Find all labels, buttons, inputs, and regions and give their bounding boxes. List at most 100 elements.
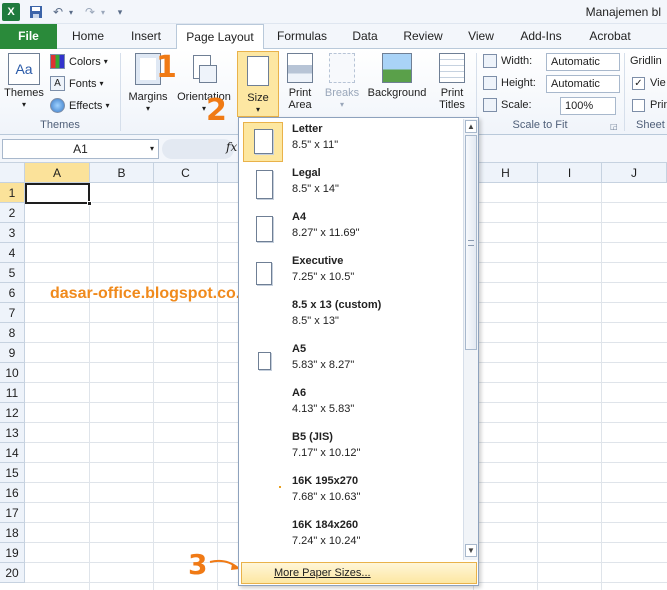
- title-bar: X ↶ ▾ ↷ ▾ ▾ Manajemen bl: [0, 0, 667, 24]
- insert-function-icon[interactable]: fx: [226, 140, 237, 154]
- view-gridlines-checkbox[interactable]: ✓: [632, 77, 645, 90]
- effects-button[interactable]: Effects ▾: [50, 98, 109, 113]
- width-dropdown[interactable]: Automatic: [546, 53, 620, 71]
- row-header[interactable]: 16: [0, 483, 25, 503]
- name-box-dropdown-icon[interactable]: ▾: [150, 140, 154, 158]
- row-header[interactable]: 20: [0, 563, 25, 583]
- height-icon: [483, 76, 497, 90]
- row-header[interactable]: 11: [0, 383, 25, 403]
- paper-size-a5[interactable]: A5 5.83" x 8.27": [241, 340, 462, 384]
- row-header[interactable]: 1: [0, 183, 25, 203]
- redo-dropdown-icon[interactable]: ▾: [98, 3, 108, 21]
- size-button[interactable]: Size ▾: [237, 51, 279, 117]
- scale-icon: [483, 98, 497, 112]
- redo-icon[interactable]: ↷: [82, 3, 98, 21]
- formula-bar-divider: [162, 139, 234, 159]
- print-gridlines-checkbox[interactable]: [632, 99, 645, 112]
- column-header-j[interactable]: J: [602, 163, 667, 183]
- scroll-up-icon[interactable]: ▲: [465, 120, 477, 133]
- paper-size-b5-jis[interactable]: B5 (JIS) 7.17" x 10.12": [241, 428, 462, 472]
- paper-size-legal[interactable]: Legal 8.5" x 14": [241, 164, 462, 208]
- scale-spinner[interactable]: 100%: [560, 97, 616, 115]
- annotation-2: 2: [206, 93, 227, 128]
- effects-icon: [50, 98, 65, 113]
- breaks-icon: [329, 53, 355, 83]
- column-header-c[interactable]: C: [154, 163, 218, 183]
- fonts-icon: A: [50, 76, 65, 91]
- print-area-button[interactable]: Print Area: [283, 53, 317, 111]
- width-label: Width:: [483, 54, 532, 68]
- themes-dropdown-icon: ▾: [21, 100, 26, 109]
- tab-page-layout[interactable]: Page Layout: [176, 24, 264, 50]
- tab-review[interactable]: Review: [396, 24, 450, 49]
- background-button[interactable]: Background: [364, 53, 430, 99]
- row-header[interactable]: 5: [0, 263, 25, 283]
- column-header-i[interactable]: I: [538, 163, 602, 183]
- save-icon[interactable]: [28, 3, 44, 21]
- undo-icon[interactable]: ↶: [50, 3, 66, 21]
- row-header[interactable]: 2: [0, 203, 25, 223]
- annotation-3: 3: [188, 548, 208, 581]
- tab-home[interactable]: Home: [62, 24, 114, 49]
- fill-handle[interactable]: [87, 201, 92, 206]
- paper-size-a6[interactable]: A6 4.13" x 5.83": [241, 384, 462, 428]
- row-header[interactable]: 19: [0, 543, 25, 563]
- row-header[interactable]: 3: [0, 223, 25, 243]
- row-header[interactable]: 17: [0, 503, 25, 523]
- height-label: Height:: [483, 76, 536, 90]
- annotation-1: 1: [156, 50, 177, 85]
- column-header-b[interactable]: B: [90, 163, 154, 183]
- paper-size-custom[interactable]: 8.5 x 13 (custom) 8.5" x 13": [241, 296, 462, 340]
- column-header-h[interactable]: H: [474, 163, 538, 183]
- print-area-icon: [287, 53, 313, 83]
- height-dropdown[interactable]: Automatic: [546, 75, 620, 93]
- column-header-a[interactable]: A: [25, 163, 90, 183]
- scroll-thumb[interactable]: [465, 135, 477, 350]
- sheet-options-group-label: Sheet: [636, 119, 665, 131]
- legal-page-icon: [256, 170, 273, 199]
- executive-page-icon: [256, 262, 272, 285]
- paper-size-16k-184x260[interactable]: 16K 184x260 7.24" x 10.24": [241, 516, 462, 560]
- paper-size-16k-195x270[interactable]: 16K 195x270 7.68" x 10.63": [241, 472, 462, 516]
- row-header[interactable]: 7: [0, 303, 25, 323]
- fonts-button[interactable]: A Fonts ▾: [50, 76, 104, 91]
- themes-icon: Aa: [8, 53, 40, 85]
- dropdown-scrollbar[interactable]: ▲ ▼: [463, 119, 478, 560]
- row-header[interactable]: 4: [0, 243, 25, 263]
- row-header[interactable]: 13: [0, 423, 25, 443]
- row-header[interactable]: 12: [0, 403, 25, 423]
- view-gridlines-label: Vie: [650, 77, 666, 89]
- ribbon-tabs: File Home Insert Page Layout Formulas Da…: [0, 24, 667, 50]
- row-header[interactable]: 18: [0, 523, 25, 543]
- paper-size-letter[interactable]: Letter 8.5" x 11": [241, 120, 462, 164]
- row-header[interactable]: 8: [0, 323, 25, 343]
- scroll-down-icon[interactable]: ▼: [465, 544, 477, 557]
- paper-size-a4[interactable]: A4 8.27" x 11.69": [241, 208, 462, 252]
- tab-insert[interactable]: Insert: [120, 24, 172, 49]
- tab-data[interactable]: Data: [340, 24, 390, 49]
- grip-icon: [468, 240, 474, 246]
- tab-add-ins[interactable]: Add-Ins: [512, 24, 570, 49]
- customize-toolbar-icon[interactable]: ▾: [114, 3, 126, 21]
- paper-size-executive[interactable]: Executive 7.25" x 10.5": [241, 252, 462, 296]
- row-header[interactable]: 6: [0, 283, 25, 303]
- name-box[interactable]: A1 ▾: [2, 139, 159, 159]
- scale-dialog-launcher-icon[interactable]: ◲: [610, 122, 618, 131]
- row-header[interactable]: 15: [0, 463, 25, 483]
- tab-file[interactable]: File: [0, 24, 57, 49]
- active-cell-a1[interactable]: [25, 183, 90, 204]
- row-header[interactable]: 14: [0, 443, 25, 463]
- tab-formulas[interactable]: Formulas: [270, 24, 334, 49]
- themes-button[interactable]: Aa Themes ▾: [4, 53, 44, 111]
- breaks-button[interactable]: Breaks ▾: [322, 53, 362, 111]
- select-all-corner[interactable]: [0, 163, 25, 183]
- undo-dropdown-icon[interactable]: ▾: [66, 3, 76, 21]
- more-paper-sizes-button[interactable]: More Paper Sizes...: [241, 562, 477, 584]
- tab-view[interactable]: View: [456, 24, 506, 49]
- row-header[interactable]: 9: [0, 343, 25, 363]
- tab-acrobat[interactable]: Acrobat: [580, 24, 640, 49]
- excel-app-icon[interactable]: X: [2, 3, 20, 21]
- print-titles-button[interactable]: Print Titles: [434, 53, 470, 111]
- row-header[interactable]: 10: [0, 363, 25, 383]
- colors-button[interactable]: Colors ▾: [50, 54, 108, 69]
